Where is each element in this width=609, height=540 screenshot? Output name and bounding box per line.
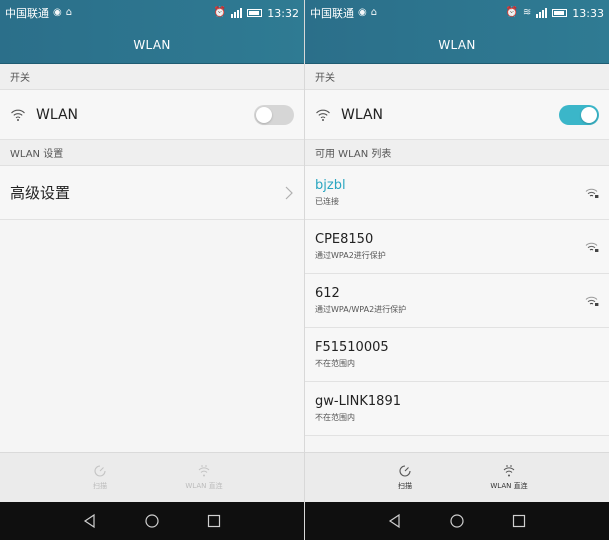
network-row[interactable]: CPE8150 通过WPA2进行保护 [305, 220, 609, 274]
alarm-icon: ⏰ [213, 7, 227, 18]
back-icon[interactable] [82, 513, 98, 529]
home-icon[interactable] [449, 513, 465, 529]
network-status: 不在范围内 [315, 359, 355, 368]
alarm-icon: ⏰ [505, 7, 518, 18]
wlan-direct-label: WLAN 直连 [185, 482, 223, 490]
recents-icon[interactable] [206, 513, 222, 529]
bottom-action-bar: 扫描 WLAN 直连 [305, 452, 609, 502]
signal-icon [536, 8, 548, 18]
left-screen: 中国联通 ◉ ⌂ ⏰ 13:32 WLAN 开关 WLAN WLAN 设置 高级… [0, 0, 305, 540]
bottom-action-bar: 扫描 WLAN 直连 [0, 452, 304, 502]
network-text: CPE8150 通过WPA2进行保护 [315, 232, 585, 261]
home-icon[interactable] [144, 513, 160, 529]
network-row[interactable]: F51510005 不在范围内 [305, 328, 609, 382]
chevron-right-icon [285, 186, 293, 199]
notification-icon: ⌂ [65, 7, 73, 18]
scan-icon [94, 465, 106, 477]
wlan-direct-button[interactable]: WLAN 直连 [479, 464, 539, 491]
right-screen: 中国联通 ◉ ⌂ ⏰ ≋ 13:33 WLAN 开关 WLAN 可用 WLAN … [305, 0, 609, 540]
network-row[interactable]: 612 通过WPA/WPA2进行保护 [305, 274, 609, 328]
recents-icon[interactable] [511, 513, 527, 529]
network-name: gw-LINK1891 [315, 394, 401, 409]
network-status: 已连接 [315, 197, 339, 206]
battery-icon [247, 9, 263, 17]
network-text: gw-LINK1891 不在范围内 [315, 394, 599, 423]
status-bar: 中国联通 ◉ ⌂ ⏰ ≋ 13:33 [305, 0, 609, 26]
network-list: bjzbl 已连接 CPE8150 通过WPA2进行保护 612 通过WPA/WPA2进行… [305, 166, 609, 436]
wlan-direct-icon [198, 465, 210, 477]
wifi-status-icon: ≋ [522, 7, 532, 18]
network-name: CPE8150 [315, 232, 374, 247]
data-icon: ◉ [53, 7, 62, 18]
scan-label: 扫描 [398, 482, 412, 490]
section-list-label: 可用 WLAN 列表 [305, 140, 609, 166]
carrier-label: 中国联通 [5, 7, 49, 20]
page-title: WLAN [305, 26, 609, 64]
network-status: 不在范围内 [315, 413, 355, 422]
wifi-icon [316, 109, 330, 121]
wlan-toggle-row[interactable]: WLAN [305, 90, 609, 140]
wlan-toggle-label: WLAN [36, 106, 79, 123]
wifi-icon [11, 109, 25, 121]
wlan-toggle-row[interactable]: WLAN [0, 90, 304, 140]
network-status: 通过WPA/WPA2进行保护 [315, 305, 407, 314]
network-text: 612 通过WPA/WPA2进行保护 [315, 286, 585, 315]
wlan-switch[interactable] [559, 104, 599, 125]
signal-icon [231, 8, 243, 18]
scan-label: 扫描 [93, 482, 107, 490]
section-switch-label: 开关 [305, 64, 609, 90]
wlan-direct-icon [503, 465, 515, 477]
advanced-settings-label: 高级设置 [10, 184, 71, 202]
wlan-direct-button[interactable]: WLAN 直连 [174, 464, 234, 491]
network-row[interactable]: bjzbl 已连接 [305, 166, 609, 220]
wifi-signal-icon [585, 188, 599, 198]
page-title: WLAN [0, 26, 304, 64]
switch-knob [581, 106, 597, 123]
wifi-signal-icon [585, 242, 599, 252]
wlan-direct-label: WLAN 直连 [490, 482, 528, 490]
scan-button[interactable]: 扫描 [70, 464, 130, 491]
section-settings-label: WLAN 设置 [0, 140, 304, 166]
clock: 13:32 [267, 6, 299, 20]
network-name: 612 [315, 286, 340, 301]
status-bar: 中国联通 ◉ ⌂ ⏰ 13:32 [0, 0, 304, 26]
clock: 13:33 [572, 6, 604, 20]
network-name: F51510005 [315, 340, 389, 355]
battery-icon [552, 9, 568, 17]
carrier-label: 中国联通 [310, 7, 354, 20]
network-row[interactable]: gw-LINK1891 不在范围内 [305, 382, 609, 436]
wlan-toggle-label: WLAN [341, 106, 384, 123]
data-icon: ◉ [358, 7, 367, 18]
switch-knob [256, 106, 272, 123]
advanced-settings-row[interactable]: 高级设置 [0, 166, 304, 220]
network-status: 通过WPA2进行保护 [315, 251, 386, 260]
scan-button[interactable]: 扫描 [375, 464, 435, 491]
network-name: bjzbl [315, 178, 346, 193]
wifi-signal-icon [585, 296, 599, 306]
scan-icon [399, 465, 411, 477]
section-switch-label: 开关 [0, 64, 304, 90]
notification-icon: ⌂ [370, 7, 378, 18]
back-icon[interactable] [387, 513, 403, 529]
wlan-switch[interactable] [254, 104, 294, 125]
system-nav-bar [0, 502, 304, 540]
system-nav-bar [305, 502, 609, 540]
network-text: F51510005 不在范围内 [315, 340, 599, 369]
network-text: bjzbl 已连接 [315, 178, 585, 207]
